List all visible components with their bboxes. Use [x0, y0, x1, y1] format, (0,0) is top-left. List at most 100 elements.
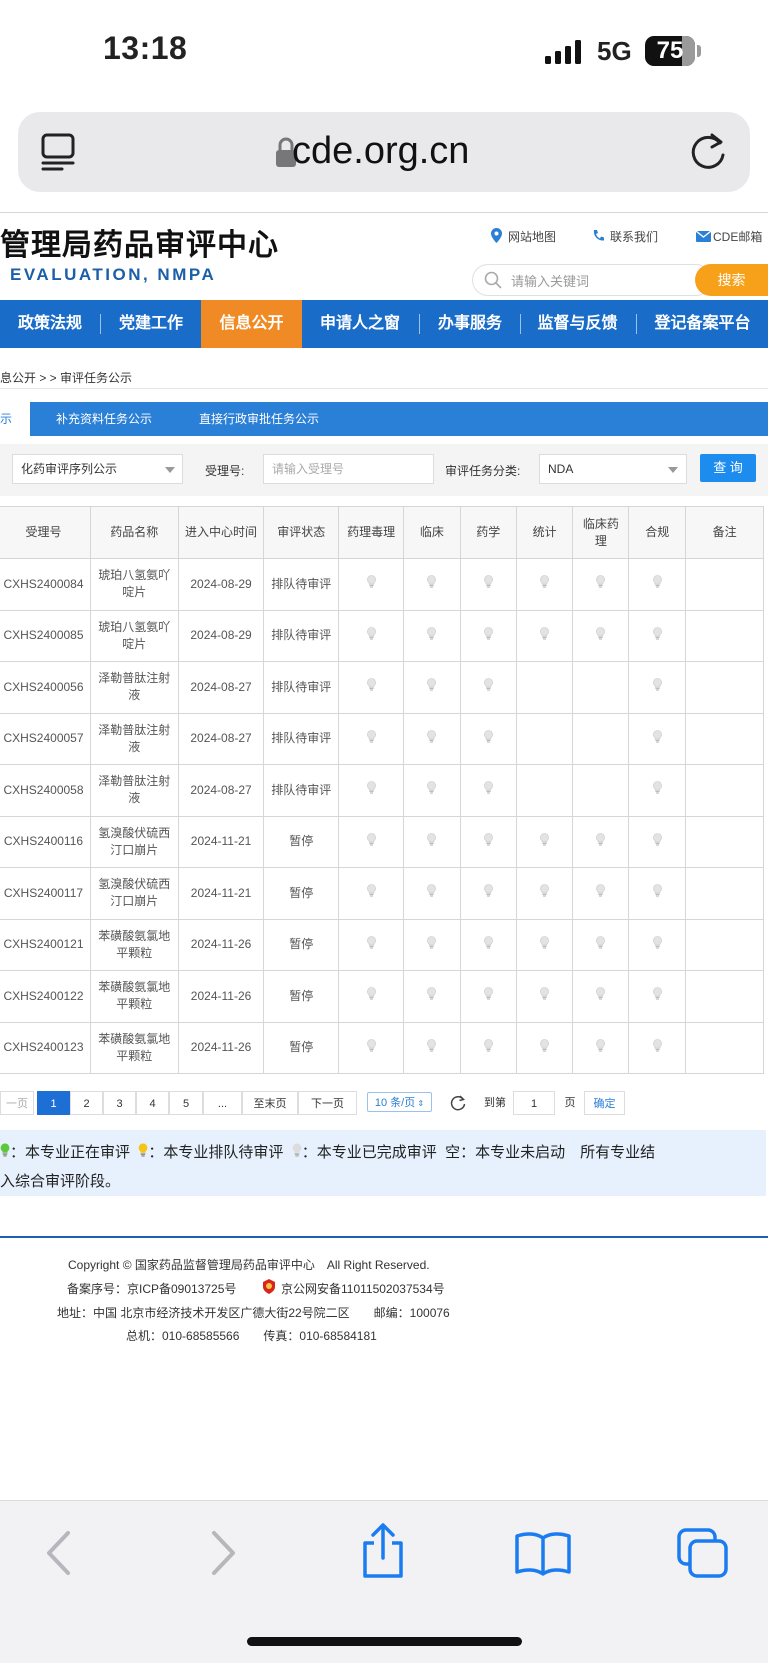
footer-icp[interactable]: 备案序号：京ICP备09013725号	[67, 1280, 236, 1297]
entry-date-cell: 2024-11-26	[177, 970, 265, 1023]
bulb-gray-icon	[596, 935, 606, 949]
confirm-button[interactable]: 确定	[584, 1091, 625, 1115]
goto-page-input[interactable]: 1	[513, 1091, 555, 1115]
footer-phone: 总机：010-68585566 传真：010-68584181	[126, 1329, 377, 1343]
category-select[interactable]: NDA	[539, 454, 687, 484]
nav-item-policy[interactable]: 政策法规	[0, 300, 100, 348]
nav-item-feedback[interactable]: 监督与反馈	[521, 300, 634, 348]
phone-icon	[593, 230, 604, 241]
accept-number-cell: CXHS2400058	[0, 764, 91, 817]
page-1-button[interactable]: 1	[37, 1091, 70, 1115]
bulb-gray-icon	[366, 1038, 376, 1052]
site-subtitle: EVALUATION, NMPA	[10, 265, 217, 284]
reader-icon[interactable]	[40, 133, 76, 171]
tab-approval-tasks[interactable]: 直接行政审批任务公示	[199, 402, 319, 436]
discipline-cell	[338, 661, 404, 714]
bulb-gray-icon	[652, 832, 662, 846]
remark-cell	[685, 712, 764, 765]
review-status-cell: 排队待审评	[263, 764, 340, 817]
bulb-gray-icon	[366, 935, 376, 949]
bulb-gray-icon	[366, 575, 376, 588]
reload-icon[interactable]	[690, 131, 728, 173]
nav-item-registry[interactable]: 登记备案平台	[637, 300, 768, 348]
col-header: 统计	[515, 506, 574, 559]
back-icon[interactable]	[44, 1530, 72, 1576]
bulb-gray-icon	[652, 935, 662, 949]
table-row[interactable]: CXHS2400123 苯磺酸氨氯地平颗粒 2024-11-26 暂停	[0, 1021, 764, 1074]
nav-item-party[interactable]: 党建工作	[101, 300, 201, 348]
sequence-select[interactable]: 化药审评序列公示	[12, 454, 183, 484]
bulb-gray-icon	[652, 884, 662, 897]
prev-page-button[interactable]: 一页	[0, 1091, 34, 1115]
url-text[interactable]: cde.org.cn	[292, 130, 469, 173]
discipline-cell	[628, 712, 687, 765]
police-badge-icon	[263, 1279, 275, 1294]
nav-item-service[interactable]: 办事服务	[420, 300, 520, 348]
discipline-cell	[628, 815, 687, 868]
contact-link[interactable]: 联系我们	[610, 228, 658, 245]
entry-date-cell: 2024-08-29	[177, 609, 265, 662]
bulb-gray-icon	[652, 987, 662, 1000]
page-2-button[interactable]: 2	[70, 1091, 103, 1115]
accept-number-text: CXHS2400123	[3, 1040, 84, 1055]
drug-name-cell: 琥珀八氢氨吖啶片	[89, 609, 179, 662]
review-status-text: 暂停	[289, 834, 314, 849]
breadcrumb[interactable]: 息公开 > > 审评任务公示	[0, 369, 132, 386]
table-row[interactable]: CXHS2400085 琥珀八氢氨吖啶片 2024-08-29 排队待审评	[0, 609, 764, 662]
col-header: 临床	[402, 506, 461, 559]
sitemap-link[interactable]: 网站地图	[508, 228, 556, 245]
table-row[interactable]: CXHS2400122 苯磺酸氨氯地平颗粒 2024-11-26 暂停	[0, 970, 764, 1023]
query-button[interactable]: 查 询	[700, 454, 756, 482]
last-page-button[interactable]: 至末页	[242, 1091, 298, 1115]
refresh-icon[interactable]	[450, 1095, 466, 1111]
tab-supplement-tasks[interactable]: 补充资料任务公示	[56, 402, 152, 436]
search-button[interactable]: 搜索	[695, 264, 768, 296]
drug-name-cell: 苯磺酸氨氯地平颗粒	[89, 970, 179, 1023]
drug-name-cell: 氢溴酸伏硫西汀口崩片	[89, 867, 179, 920]
accept-number-text: CXHS2400122	[3, 988, 84, 1003]
accept-number-text: CXHS2400084	[3, 576, 84, 591]
page-5-button[interactable]: 5	[169, 1091, 203, 1115]
table-row[interactable]: CXHS2400056 泽勒普肽注射液 2024-08-27 排队待审评	[0, 661, 764, 714]
remark-cell	[685, 867, 764, 920]
table-row[interactable]: CXHS2400116 氢溴酸伏硫西汀口崩片 2024-11-21 暂停	[0, 815, 764, 868]
next-page-button[interactable]: 下一页	[298, 1091, 357, 1115]
page-4-button[interactable]: 4	[136, 1091, 169, 1115]
per-page-select[interactable]: 10 条/页 ⇕	[367, 1092, 432, 1112]
remark-cell	[685, 918, 764, 971]
table-row[interactable]: CXHS2400058 泽勒普肽注射液 2024-08-27 排队待审评	[0, 764, 764, 817]
tab-review-tasks[interactable]: 示	[0, 402, 12, 436]
entry-date-cell: 2024-11-21	[177, 867, 265, 920]
table-row[interactable]: CXHS2400084 琥珀八氢氨吖啶片 2024-08-29 排队待审评	[0, 558, 764, 611]
tabs-icon[interactable]	[676, 1527, 730, 1579]
accept-number-cell: CXHS2400084	[0, 558, 91, 611]
drug-name-cell: 泽勒普肽注射液	[89, 764, 179, 817]
drug-name-cell: 泽勒普肽注射液	[89, 712, 179, 765]
accept-number-input[interactable]: 请输入受理号	[263, 454, 434, 484]
page-3-button[interactable]: 3	[103, 1091, 136, 1115]
table-row[interactable]: CXHS2400057 泽勒普肽注射液 2024-08-27 排队待审评	[0, 712, 764, 765]
entry-date-text: 2024-11-21	[190, 834, 252, 849]
footer-police[interactable]: 京公网安备11011502037534号	[281, 1280, 445, 1297]
col-header: 受理号	[0, 506, 91, 559]
accept-number-text: CXHS2400121	[3, 937, 84, 952]
bulb-green-icon	[0, 1143, 10, 1157]
table-row[interactable]: CXHS2400117 氢溴酸伏硫西汀口崩片 2024-11-21 暂停	[0, 867, 764, 920]
accept-number-cell: CXHS2400057	[0, 712, 91, 765]
discipline-cell	[402, 764, 461, 817]
forward-icon[interactable]	[210, 1530, 238, 1576]
table-row[interactable]: CXHS2400121 苯磺酸氨氯地平颗粒 2024-11-26 暂停	[0, 918, 764, 971]
bulb-gray-icon	[366, 626, 376, 640]
cde-mail-link[interactable]: CDE邮箱	[713, 228, 762, 245]
search-input[interactable]	[472, 264, 712, 296]
bulb-gray-icon	[427, 832, 437, 846]
share-icon[interactable]	[360, 1523, 406, 1579]
bulb-gray-icon	[596, 832, 606, 846]
bulb-gray-icon	[427, 626, 437, 640]
nav-item-info[interactable]: 信息公开	[201, 300, 302, 348]
bookmarks-icon[interactable]	[514, 1530, 572, 1576]
review-status-text: 排队待审评	[271, 576, 332, 591]
bulb-gray-icon	[652, 781, 662, 794]
nav-item-applicant[interactable]: 申请人之窗	[304, 300, 416, 348]
site-title[interactable]: 管理局药品审评中心	[0, 220, 279, 264]
